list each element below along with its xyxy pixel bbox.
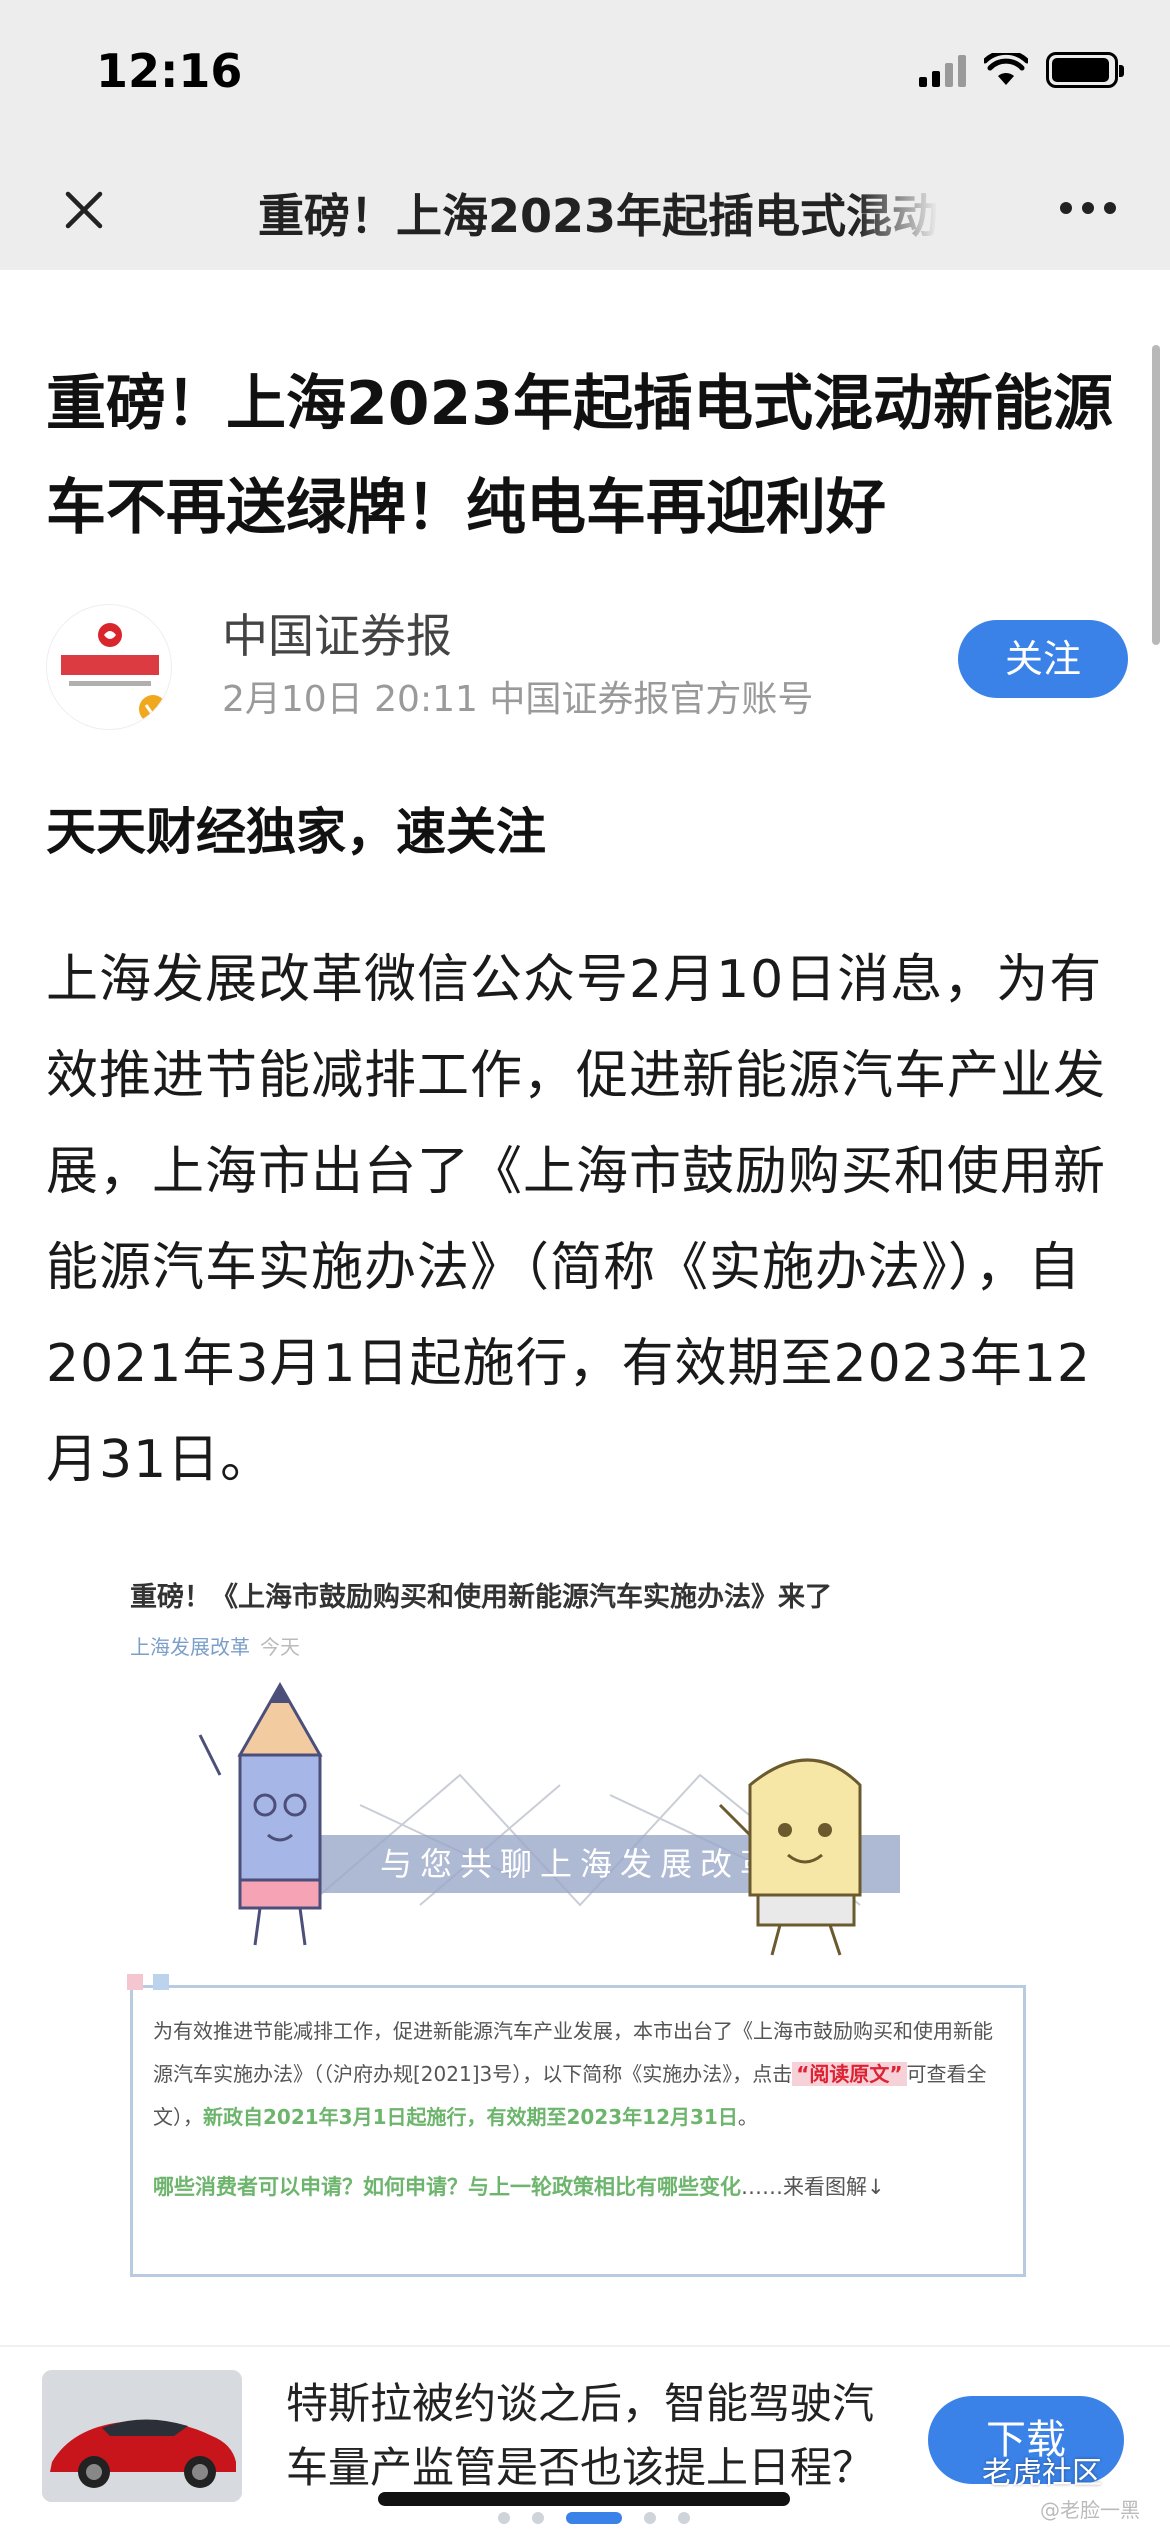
watermark-sub: @老脸一黑 <box>1040 2498 1140 2522</box>
article-paragraph: 上海发展改革微信公众号2月10日消息，为有效推进节能减排工作，促进新能源汽车产业… <box>46 950 1107 1490</box>
account-name[interactable]: 中国证券报 <box>222 600 452 666</box>
card-text-c: 。 <box>737 2105 758 2129</box>
account-row: 中国证券报 2月10日 20:11 中国证券报官方账号 关注 <box>46 600 1128 730</box>
battery-level <box>1052 58 1109 82</box>
banner-text: 与您共聊上海发展改革 <box>380 1846 780 1882</box>
status-time: 12:16 <box>96 44 243 98</box>
cellular-signal-icon <box>919 53 966 87</box>
more-options-icon[interactable] <box>1060 202 1116 214</box>
page-indicator <box>498 2512 690 2524</box>
embed-title: 重磅！《上海市鼓励购买和使用新能源汽车实施办法》来了 <box>130 1582 832 1613</box>
status-bar: 12:16 <box>0 0 1170 150</box>
close-icon[interactable] <box>54 180 114 240</box>
avatar[interactable] <box>46 604 172 730</box>
nav-bar: 重磅！上海2023年起插电式混动新能源车不再送绿牌！纯电车再迎利好 <box>0 150 1170 270</box>
card-green-text: 新政自2021年3月1日起施行，有效期至2023年12月31日 <box>203 2105 738 2129</box>
scrollbar[interactable] <box>1152 345 1160 645</box>
lead-text: 天天财经独家，速关注 <box>46 803 546 861</box>
watermark: 老虎社区 <box>982 2456 1102 2491</box>
red-car-image <box>42 2370 242 2502</box>
home-indicator[interactable] <box>378 2492 790 2506</box>
card-decoration <box>127 1974 169 1990</box>
embedded-image[interactable]: 重磅！《上海市鼓励购买和使用新能源汽车实施办法》来了 上海发展改革 今天 与您共聊… <box>120 1555 1040 2285</box>
battery-icon <box>1046 52 1124 88</box>
wifi-icon <box>984 53 1028 85</box>
card-text: 为有效推进节能减排工作，促进新能源汽车产业发展，本市出台了《上海市鼓励购买和使用… <box>153 2010 1003 2139</box>
publisher-logo <box>61 623 167 723</box>
card-question: 哪些消费者可以申请？如何申请？与上一轮政策相比有哪些变化……来看图解↓ <box>153 2171 1003 2201</box>
card-question-tail: ……来看图解↓ <box>741 2175 885 2199</box>
read-original-link[interactable]: “阅读原文” <box>792 2062 907 2086</box>
divider <box>0 2345 1170 2347</box>
pencil-mascot-icon <box>198 1681 323 1946</box>
follow-button[interactable]: 关注 <box>958 620 1128 698</box>
summary-card: 为有效推进节能减排工作，促进新能源汽车产业发展，本市出台了《上海市鼓励购买和使用… <box>127 1974 1026 2277</box>
status-icons <box>919 52 1124 88</box>
article-title: 重磅！上海2023年起插电式混动新能源车不再送绿牌！纯电车再迎利好 <box>46 369 1113 543</box>
promo-thumbnail[interactable] <box>42 2370 242 2502</box>
card-question-main: 哪些消费者可以申请？如何申请？与上一轮政策相比有哪些变化 <box>153 2175 741 2199</box>
nav-title: 重磅！上海2023年起插电式混动新能源车不再送绿牌！纯电车再迎利好 <box>258 189 938 243</box>
promo-text[interactable]: 特斯拉被约谈之后，智能驾驶汽车量产监管是否也该提上日程？ <box>286 2372 886 2500</box>
banner-illustration: 与您共聊上海发展改革 <box>198 1681 900 1956</box>
publish-meta: 2月10日 20:11 中国证券报官方账号 <box>222 679 814 720</box>
